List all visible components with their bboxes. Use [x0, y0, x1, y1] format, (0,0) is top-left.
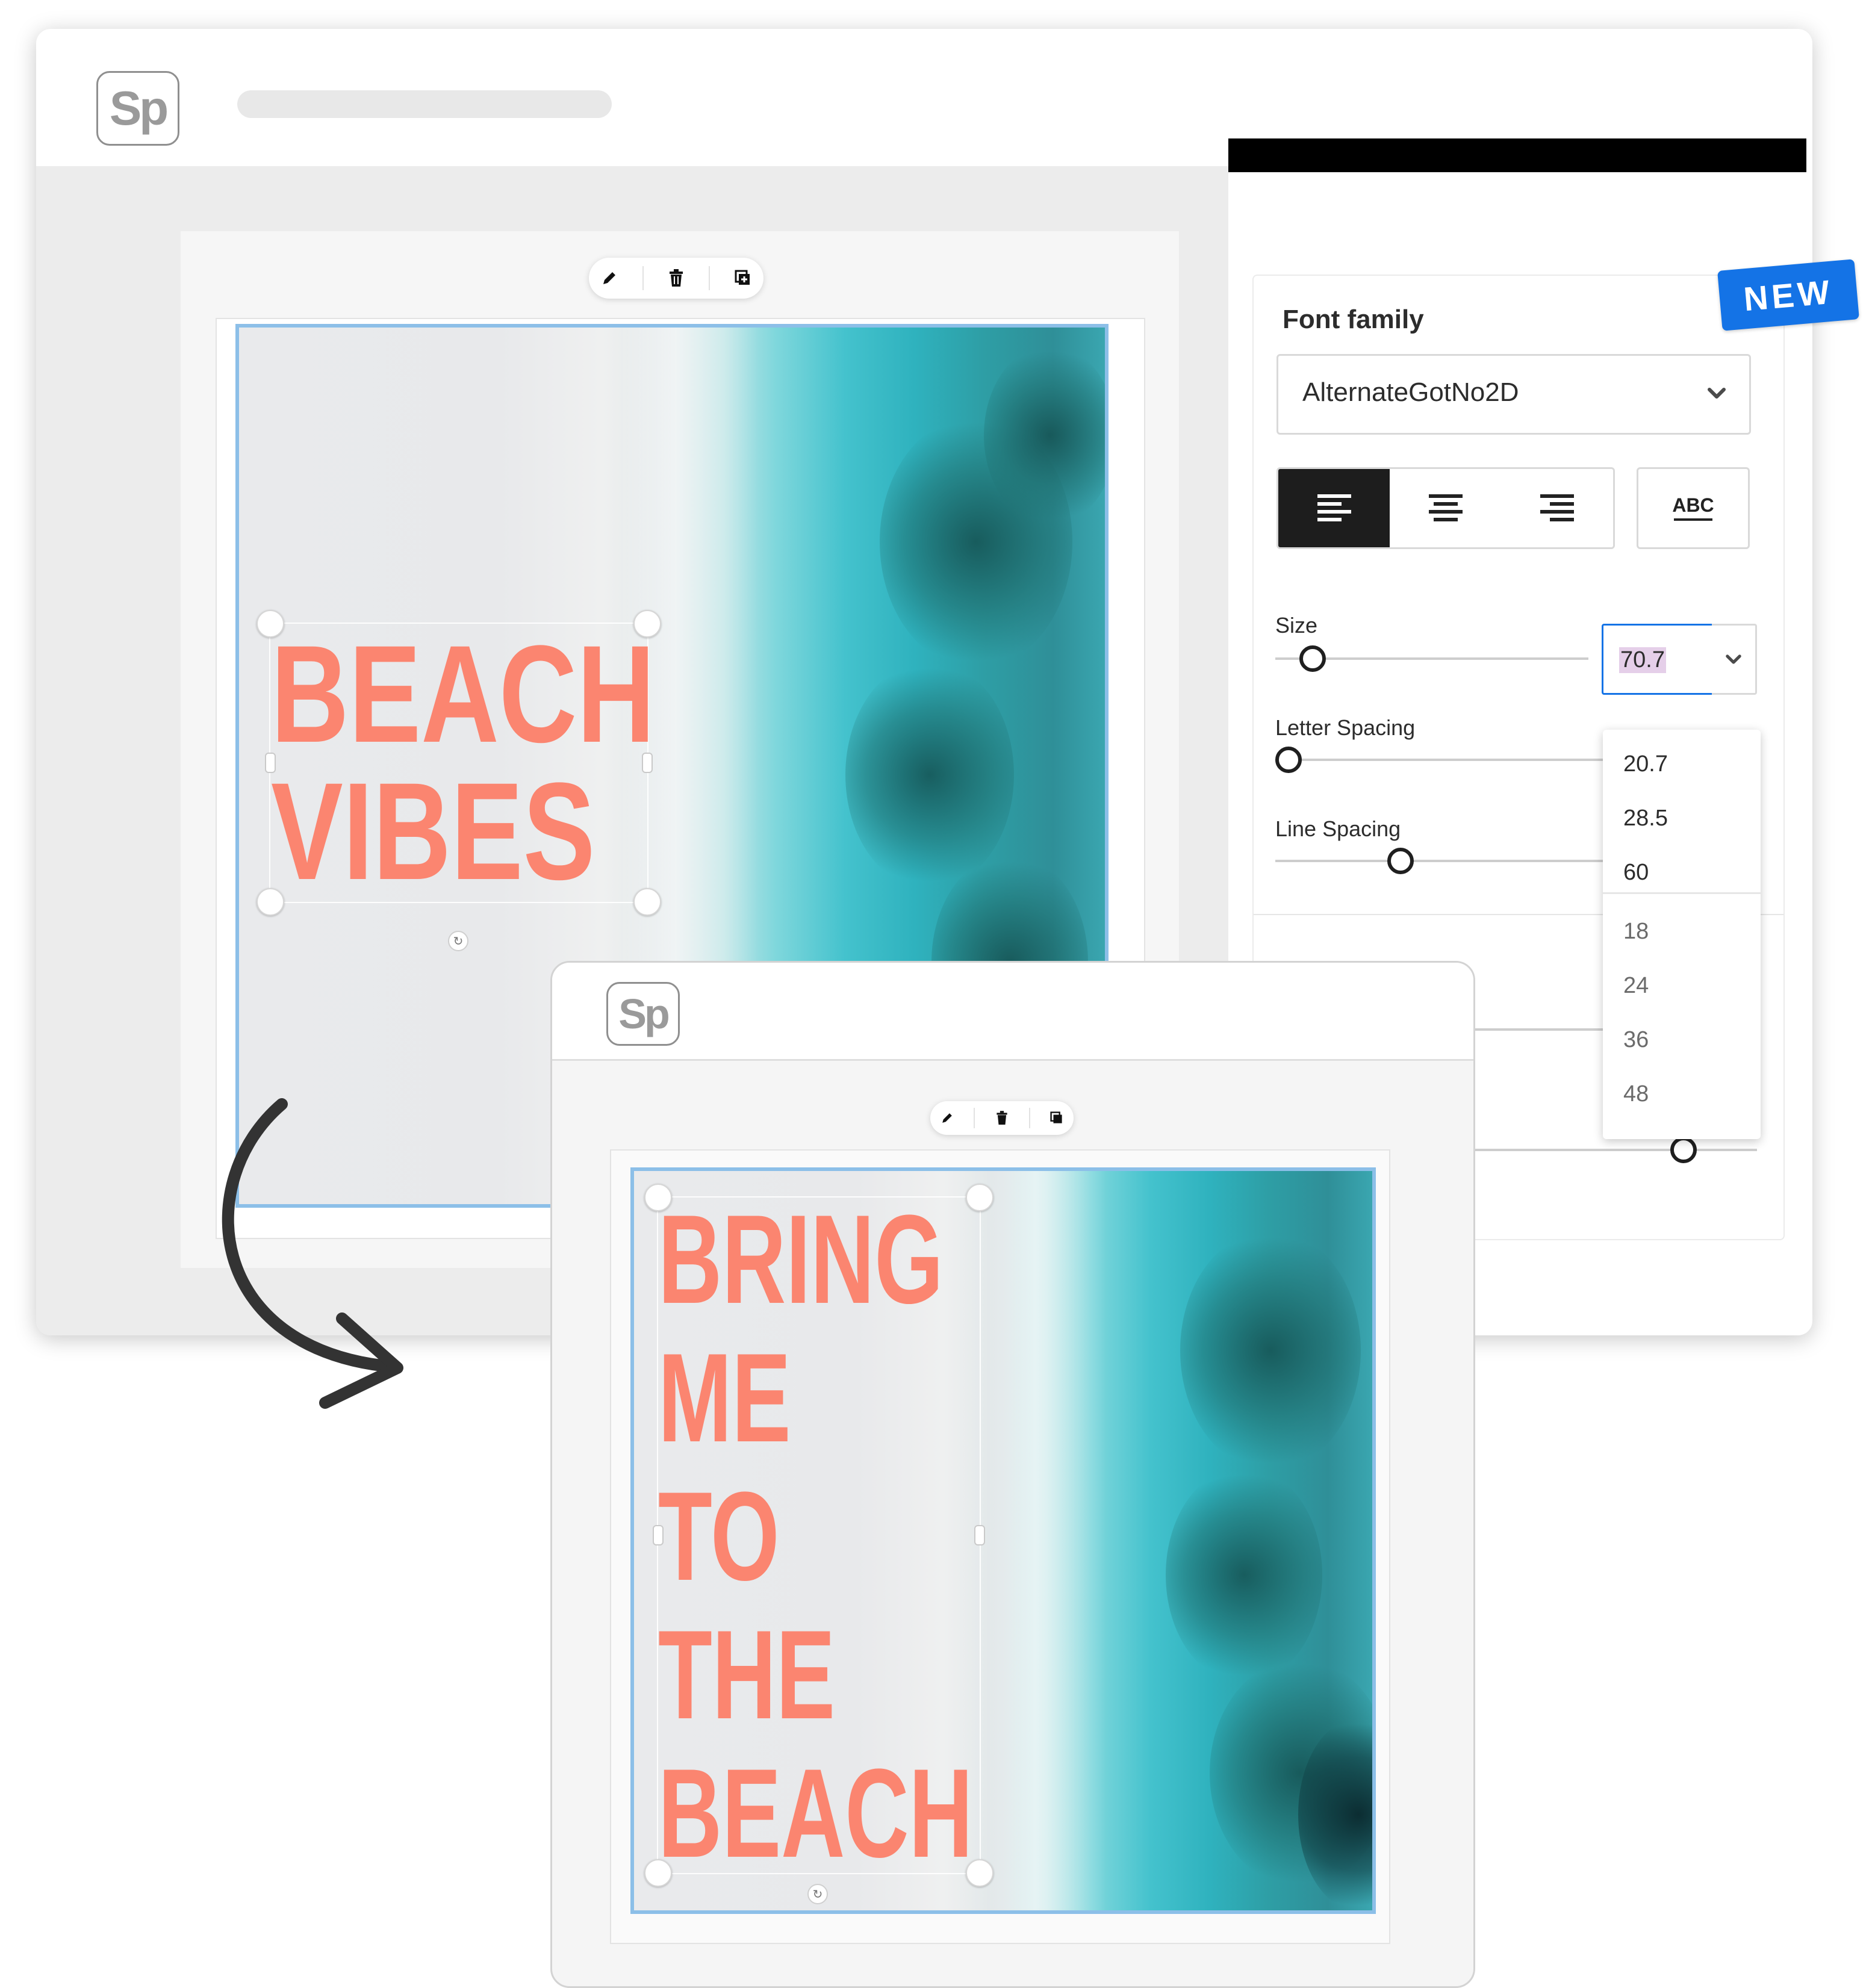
- trash-icon[interactable]: [995, 1111, 1009, 1125]
- headline-line-2: ME: [658, 1327, 791, 1468]
- toolbar-divider: [1028, 1108, 1030, 1128]
- rotate-icon[interactable]: ↻: [807, 1884, 828, 1904]
- text-align-group: [1277, 467, 1615, 549]
- wave-foam: [988, 1171, 1107, 1910]
- resize-handle-top-right[interactable]: [966, 1184, 994, 1211]
- size-input[interactable]: 70.7: [1602, 624, 1714, 695]
- chevron-down-icon: [1708, 388, 1726, 399]
- headline-line-1: BRING: [658, 1188, 944, 1330]
- size-input-value: 70.7: [1619, 647, 1666, 673]
- align-left-button[interactable]: [1278, 469, 1390, 547]
- align-left-icon: [1317, 494, 1351, 521]
- underline-icon: [1673, 518, 1712, 521]
- line-spacing-slider-thumb[interactable]: [1387, 848, 1414, 874]
- pencil-icon[interactable]: [941, 1111, 954, 1125]
- size-option[interactable]: 60: [1623, 860, 1649, 886]
- size-dropdown-button[interactable]: [1712, 624, 1757, 695]
- new-badge: NEW: [1717, 259, 1859, 331]
- size-option[interactable]: 36: [1623, 1027, 1649, 1053]
- element-toolbar: [930, 1101, 1074, 1135]
- app-logo: Sp: [96, 71, 179, 146]
- size-option[interactable]: 24: [1623, 973, 1649, 999]
- letter-spacing-label: Letter Spacing: [1275, 715, 1416, 740]
- size-option[interactable]: 28.5: [1623, 806, 1668, 831]
- panel-header-bar: [1228, 138, 1806, 172]
- letter-spacing-slider-thumb[interactable]: [1275, 747, 1302, 773]
- line-spacing-label: Line Spacing: [1275, 816, 1401, 841]
- reef-shape: [1165, 1467, 1322, 1684]
- headline-line-5: BEACH: [658, 1742, 973, 1884]
- rotate-icon[interactable]: ↻: [448, 931, 468, 951]
- abc-label: ABC: [1672, 494, 1714, 516]
- curved-arrow-icon: [222, 1098, 403, 1409]
- element-toolbar: [589, 258, 763, 299]
- reef-shape: [1180, 1230, 1361, 1471]
- resize-handle-bottom-left[interactable]: [257, 888, 284, 916]
- toolbar-divider: [974, 1108, 975, 1128]
- align-center-button[interactable]: [1390, 469, 1502, 547]
- duplicate-icon[interactable]: [735, 270, 751, 287]
- reef-shape: [845, 660, 1014, 890]
- resize-handle-right[interactable]: [974, 1525, 985, 1545]
- preview-topbar: [552, 963, 1473, 1061]
- resize-handle-bottom-right[interactable]: [966, 1859, 994, 1887]
- headline-line-2: VIBES: [271, 754, 595, 909]
- resize-handle-left[interactable]: [265, 753, 276, 773]
- pencil-icon[interactable]: [601, 270, 618, 287]
- resize-handle-bottom-right[interactable]: [633, 888, 661, 916]
- size-option[interactable]: 18: [1623, 919, 1649, 945]
- resize-handle-left[interactable]: [653, 1525, 664, 1545]
- slider-thumb[interactable]: [1670, 1137, 1697, 1163]
- app-logo: Sp: [606, 982, 680, 1046]
- size-label: Size: [1275, 613, 1318, 638]
- headline-line-3: TO: [658, 1465, 780, 1607]
- size-option[interactable]: 48: [1623, 1081, 1649, 1107]
- trash-icon[interactable]: [668, 269, 685, 287]
- title-placeholder: [237, 90, 612, 118]
- menu-divider: [1603, 892, 1761, 894]
- preview-window: Sp BRING ME TO THE BEACH ↻: [550, 961, 1475, 1988]
- headline-line-1: BEACH: [271, 617, 655, 771]
- headline-line-4: THE: [658, 1604, 835, 1745]
- align-center-icon: [1428, 494, 1463, 521]
- toolbar-divider: [709, 266, 711, 291]
- resize-handle-top-left[interactable]: [644, 1184, 672, 1211]
- resize-handle-top-left[interactable]: [257, 610, 284, 638]
- resize-handle-top-right[interactable]: [633, 610, 661, 638]
- toolbar-divider: [642, 266, 644, 291]
- text-case-button[interactable]: ABC: [1637, 467, 1750, 549]
- reef-shape: [983, 345, 1105, 526]
- chevron-down-icon: [1726, 654, 1741, 664]
- align-right-button[interactable]: [1501, 469, 1613, 547]
- font-family-label: Font family: [1283, 305, 1424, 334]
- size-option[interactable]: 20.7: [1623, 751, 1668, 777]
- resize-handle-right[interactable]: [642, 753, 653, 773]
- align-right-icon: [1540, 494, 1575, 521]
- size-slider-thumb[interactable]: [1299, 645, 1326, 672]
- resize-handle-bottom-left[interactable]: [644, 1859, 672, 1887]
- size-dropdown-menu: 20.7 28.5 60 18 24 36 48: [1603, 730, 1761, 1139]
- duplicate-icon[interactable]: [1050, 1111, 1063, 1125]
- font-family-select[interactable]: AlternateGotNo2D: [1277, 354, 1751, 435]
- font-family-value: AlternateGotNo2D: [1302, 377, 1519, 407]
